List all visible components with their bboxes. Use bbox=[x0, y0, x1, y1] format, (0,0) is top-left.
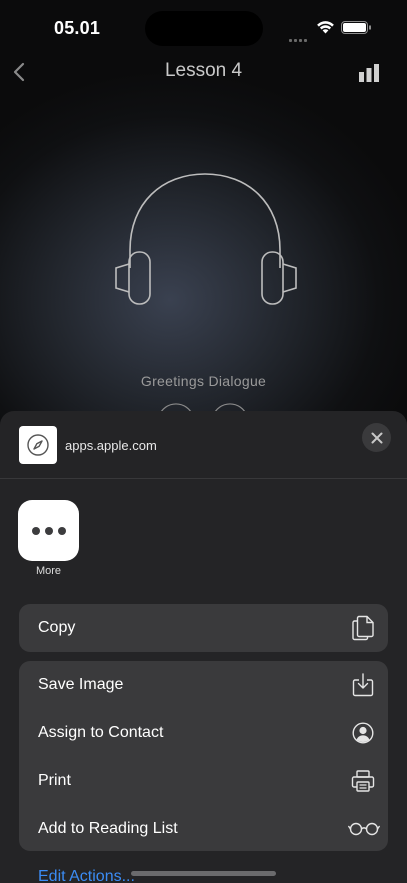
site-thumbnail bbox=[19, 426, 57, 464]
save-image-label: Save Image bbox=[38, 676, 124, 693]
status-time: 05.01 bbox=[54, 18, 101, 38]
battery-icon bbox=[341, 21, 371, 34]
contact-icon bbox=[350, 721, 376, 745]
share-sheet-header: apps.apple.com bbox=[0, 411, 407, 479]
more-dots-icon bbox=[31, 526, 40, 535]
track-name: Greetings Dialogue bbox=[140, 373, 267, 389]
reading-list-label: Add to Reading List bbox=[38, 820, 178, 837]
glasses-icon bbox=[348, 817, 380, 841]
headphones-icon bbox=[115, 173, 297, 305]
copy-label: Copy bbox=[38, 619, 76, 636]
share-sheet: apps.apple.com More Copy Save Image Assi… bbox=[0, 411, 407, 883]
dynamic-island bbox=[145, 11, 263, 46]
cellular-signal-icon bbox=[289, 29, 311, 42]
compass-icon bbox=[27, 434, 49, 456]
copy-group: Copy bbox=[19, 604, 388, 652]
nav-bar: Lesson 4 bbox=[0, 54, 407, 90]
site-url: apps.apple.com bbox=[65, 438, 157, 453]
save-image-action[interactable]: Save Image bbox=[19, 661, 388, 709]
page-title: Lesson 4 bbox=[164, 60, 243, 81]
print-action[interactable]: Print bbox=[19, 757, 388, 805]
assign-contact-action[interactable]: Assign to Contact bbox=[19, 709, 388, 757]
wifi-icon bbox=[317, 21, 334, 34]
copy-action[interactable]: Copy bbox=[19, 604, 388, 652]
more-apps-button[interactable] bbox=[18, 500, 79, 561]
print-label: Print bbox=[38, 772, 71, 789]
close-button[interactable] bbox=[362, 423, 391, 452]
more-label: More bbox=[35, 565, 62, 577]
home-indicator bbox=[131, 871, 276, 876]
save-image-icon bbox=[350, 673, 376, 697]
assign-contact-label: Assign to Contact bbox=[38, 724, 164, 741]
screen: 05.01 Lesson 4 Greetings Dialogue apps.a… bbox=[0, 0, 407, 883]
status-bar: 05.01 bbox=[0, 0, 407, 54]
reading-list-action[interactable]: Add to Reading List bbox=[19, 805, 388, 851]
stats-bars-icon[interactable] bbox=[358, 64, 380, 82]
actions-group: Save Image Assign to Contact Print Add t… bbox=[19, 661, 388, 851]
printer-icon bbox=[350, 769, 376, 793]
close-icon bbox=[371, 432, 382, 443]
edit-actions-link[interactable]: Edit Actions... bbox=[38, 868, 135, 883]
copy-icon bbox=[350, 615, 376, 641]
